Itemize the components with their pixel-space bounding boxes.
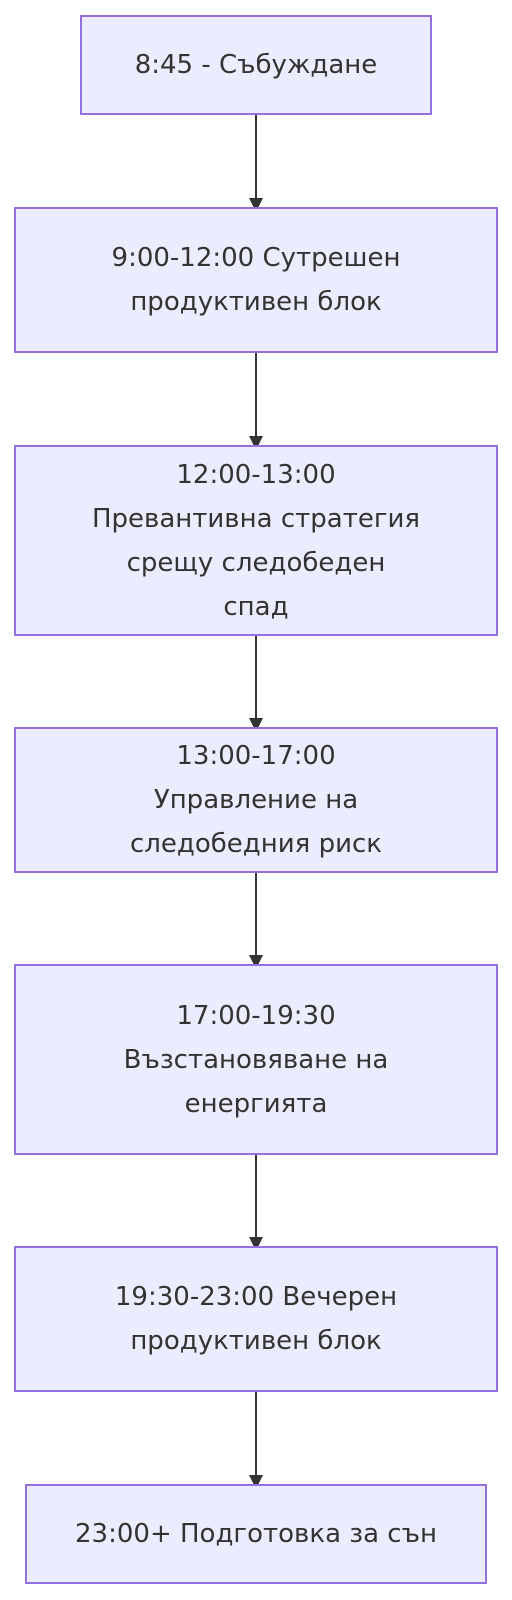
node-afternoon-slump-prevention[interactable]: 12:00-13:00 Превантивна стратегия срещу … <box>14 445 498 636</box>
node-sleep-preparation[interactable]: 23:00+ Подготовка за сън <box>25 1484 487 1584</box>
node-afternoon-slump-prevention-label: 12:00-13:00 Превантивна стратегия срещу … <box>91 459 421 622</box>
node-sleep-preparation-label: 23:00+ Подготовка за сън <box>75 1519 437 1549</box>
node-evening-productive-block[interactable]: 19:30-23:00 Вечерен продуктивен блок <box>14 1246 498 1392</box>
node-energy-recovery-label: 17:00-19:30 Възстановяване на енергията <box>123 1000 389 1119</box>
node-afternoon-risk-management-label: 13:00-17:00 Управление на следобедния ри… <box>129 741 382 859</box>
node-morning-productive-block-label: 9:00-12:00 Сутрешен продуктивен блок <box>111 243 401 317</box>
node-wake-up[interactable]: 8:45 - Събуждане <box>80 15 432 115</box>
node-wake-up-label: 8:45 - Събуждане <box>134 50 378 80</box>
node-evening-productive-block-label: 19:30-23:00 Вечерен продуктивен блок <box>114 1282 398 1356</box>
node-morning-productive-block[interactable]: 9:00-12:00 Сутрешен продуктивен блок <box>14 207 498 353</box>
node-afternoon-risk-management[interactable]: 13:00-17:00 Управление на следобедния ри… <box>14 727 498 873</box>
node-energy-recovery[interactable]: 17:00-19:30 Възстановяване на енергията <box>14 964 498 1155</box>
